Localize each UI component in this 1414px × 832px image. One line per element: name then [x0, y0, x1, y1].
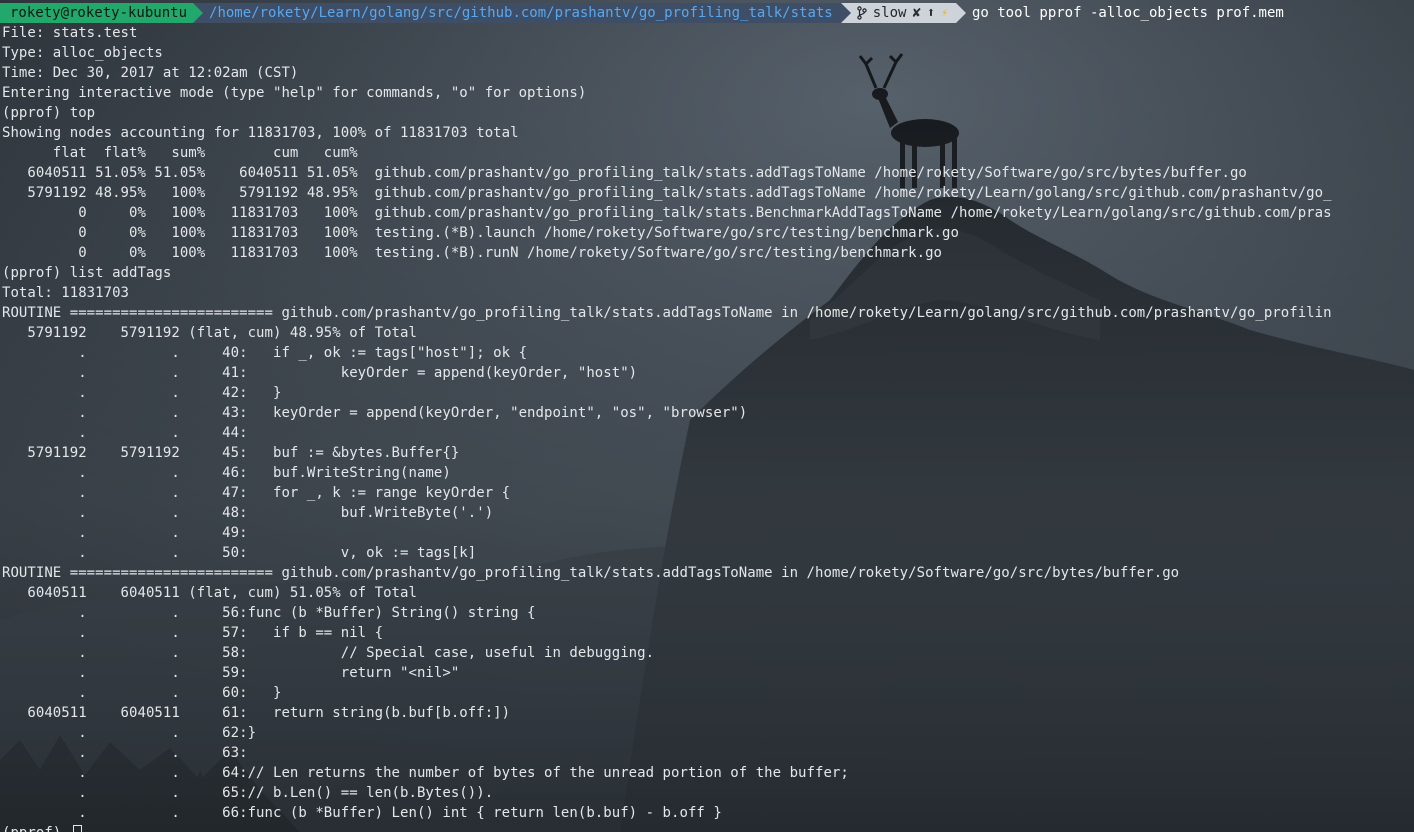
output-line: . . 40: if _, ok := tags["host"]; ok {	[2, 345, 528, 361]
typed-command: go tool pprof -alloc_objects prof.mem	[971, 5, 1284, 21]
output-line: 5791192 5791192 45: buf := &bytes.Buffer…	[2, 445, 460, 461]
output-line: Entering interactive mode (type "help" f…	[2, 85, 587, 101]
output-line: . . 60: }	[2, 685, 282, 701]
output-line: . . 65:// b.Len() == len(b.Bytes()).	[2, 785, 494, 801]
prompt-separator-arrow	[840, 3, 851, 23]
output-line: . . 57: if b == nil {	[2, 625, 384, 641]
output-line: . . 42: }	[2, 385, 282, 401]
output-line: 0 0% 100% 11831703 100% testing.(*B).run…	[2, 245, 943, 261]
git-branch-icon	[857, 6, 867, 20]
git-ahead-icon: ⬆	[926, 5, 936, 21]
output-line: . . 48: buf.WriteByte('.')	[2, 505, 494, 521]
output-line: ROUTINE ======================== github.…	[2, 565, 1180, 581]
output-line: ROUTINE ======================== github.…	[2, 305, 1332, 321]
output-line: (pprof)	[2, 823, 1332, 832]
output-line: . . 63:	[2, 745, 248, 761]
prompt-path-segment: /home/rokety/Learn/golang/src/github.com…	[203, 3, 841, 23]
output-line: 6040511 6040511 61: return string(b.buf[…	[2, 705, 511, 721]
output-line: 6040511 6040511 (flat, cum) 51.05% of To…	[2, 585, 417, 601]
prompt-separator-arrow	[955, 3, 966, 23]
output-line: Total: 11831703	[2, 285, 130, 301]
output-line: 5791192 5791192 (flat, cum) 48.95% of To…	[2, 325, 417, 341]
output-line: 0 0% 100% 11831703 100% github.com/prash…	[2, 205, 1332, 221]
output-line: . . 58: // Special case, useful in debug…	[2, 645, 655, 661]
output-line: . . 46: buf.WriteString(name)	[2, 465, 451, 481]
prompt-user-segment: rokety@rokety-kubuntu	[0, 3, 194, 23]
prompt-separator-arrow	[193, 3, 204, 23]
output-line: 6040511 51.05% 51.05% 6040511 51.05% git…	[2, 165, 1247, 181]
output-line: . . 59: return "<nil>"	[2, 665, 460, 681]
output-line: Showing nodes accounting for 11831703, 1…	[2, 125, 519, 141]
prompt-git-segment: slow ✘ ⬆ ⚡	[850, 3, 956, 23]
output-line: 0 0% 100% 11831703 100% testing.(*B).lau…	[2, 225, 959, 241]
shell-prompt: rokety@rokety-kubuntu /home/rokety/Learn…	[0, 3, 1284, 23]
output-line: . . 56:func (b *Buffer) String() string …	[2, 605, 536, 621]
prompt-user: rokety@rokety-kubuntu	[10, 5, 188, 21]
prompt-path: /home/rokety/Learn/golang/src/github.com…	[209, 5, 833, 21]
output-line: . . 66:func (b *Buffer) Len() int { retu…	[2, 805, 722, 821]
output-line: 5791192 48.95% 100% 5791192 48.95% githu…	[2, 185, 1332, 201]
terminal-window[interactable]: rokety@rokety-kubuntu /home/rokety/Learn…	[0, 0, 1414, 832]
output-line: Time: Dec 30, 2017 at 12:02am (CST)	[2, 65, 299, 81]
output-line: . . 62:}	[2, 725, 257, 741]
git-dirty-icon: ✘	[912, 5, 921, 21]
output-line: . . 64:// Len returns the number of byte…	[2, 765, 849, 781]
output-line: Type: alloc_objects	[2, 45, 163, 61]
output-line: . . 41: keyOrder = append(keyOrder, "hos…	[2, 365, 638, 381]
output-line: . . 43: keyOrder = append(keyOrder, "end…	[2, 405, 748, 421]
output-line: File: stats.test	[2, 25, 138, 41]
output-line: flat flat% sum% cum cum%	[2, 145, 358, 161]
output-line: . . 44:	[2, 425, 248, 441]
output-line: (pprof) list addTags	[2, 265, 172, 281]
output-line: . . 49:	[2, 525, 248, 541]
git-branch-name: slow	[872, 5, 907, 21]
output-line: . . 47: for _, k := range keyOrder {	[2, 485, 511, 501]
output-line: (pprof) top	[2, 105, 96, 121]
git-stash-icon: ⚡	[941, 6, 948, 19]
output-line: . . 50: v, ok := tags[k]	[2, 545, 477, 561]
terminal-cursor	[73, 825, 82, 832]
terminal-output: File: stats.test Type: alloc_objects Time:…	[2, 23, 1332, 832]
